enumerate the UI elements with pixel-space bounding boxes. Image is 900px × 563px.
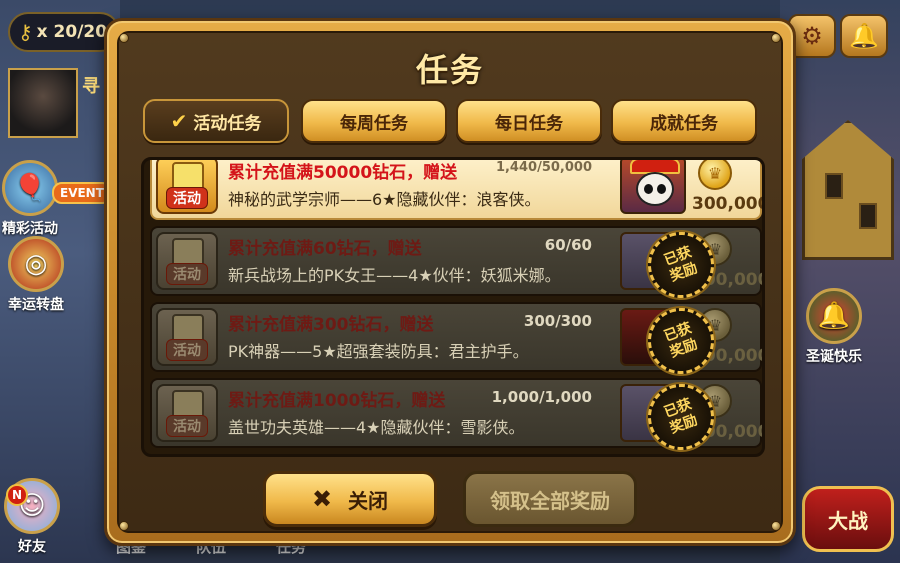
quest-title: 累计充值满1000钻石，赠送	[228, 391, 446, 411]
close-icon: ✖	[311, 485, 333, 513]
quest-row[interactable]: 活动 累计充值满60钻石，赠送 60/60 新兵战场上的PK女王——4★伙伴：妖…	[150, 222, 762, 308]
wheel-label: 幸运转盘	[8, 297, 64, 313]
friends-badge: N	[6, 484, 28, 506]
tab-label: 每日任务	[495, 113, 563, 134]
battle-label: 大战	[828, 508, 868, 533]
reward-amount: 300,000	[692, 194, 765, 214]
quest-title: 累计充值满300钻石，赠送	[228, 315, 434, 335]
rivet	[119, 521, 129, 531]
quest-row[interactable]: 活动 累计充值满300钻石，赠送 300/300 PK神器——5★超强套装防具：…	[150, 298, 762, 384]
event-button[interactable]: 🎈 精彩活动	[2, 160, 58, 238]
tab-achievement-quests[interactable]: 成就任务	[611, 99, 757, 143]
quest-description: 神秘的武学宗师——6★隐藏伙伴：浪客侠。	[228, 190, 541, 209]
background-right	[780, 0, 900, 563]
notification-button[interactable]: 🔔	[840, 14, 888, 58]
tab-label: 活动任务	[193, 113, 262, 134]
player-avatar[interactable]	[8, 68, 78, 138]
quest-gift-icon: 活动	[156, 384, 218, 442]
claim-all-button[interactable]: 领取全部奖励	[463, 471, 637, 527]
quest-progress: 1,000/1,000	[491, 388, 592, 406]
lucky-wheel-button[interactable]: ◎ 幸运转盘	[8, 236, 64, 314]
quest-type-tag: 活动	[166, 339, 208, 361]
bell-icon: 🔔	[849, 22, 879, 50]
quest-progress: 1,440/50,000	[495, 160, 592, 175]
quest-list[interactable]: 活动 累计充值满50000钻石，赠送 1,440/50,000 神秘的武学宗师—…	[141, 157, 765, 457]
quest-type-tag: 活动	[166, 187, 208, 209]
quest-description: PK神器——5★超强套装防具：君主护手。	[228, 342, 529, 361]
tab-label: 成就任务	[650, 113, 718, 134]
quest-progress: 60/60	[544, 236, 592, 254]
quest-description: 新兵战场上的PK女王——4★伙伴：妖狐米娜。	[228, 266, 561, 285]
quest-title: 累计充值满60钻石，赠送	[228, 239, 422, 259]
event-tag: EVENT	[52, 182, 112, 204]
christmas-label: 圣诞快乐	[806, 349, 862, 365]
house-window	[825, 173, 843, 199]
close-button[interactable]: ✖ 关闭	[263, 471, 437, 527]
tab-weekly-quests[interactable]: 每周任务	[301, 99, 447, 143]
gear-icon: ⚙	[801, 22, 823, 50]
quest-row[interactable]: 活动 累计充值满1000钻石，赠送 1,000/1,000 盖世功夫英雄——4★…	[150, 374, 762, 454]
claim-all-label: 领取全部奖励	[490, 488, 610, 513]
quest-type-tag: 活动	[166, 263, 208, 285]
panda-eye	[644, 184, 653, 194]
quest-dialog: 任务 ✔ 活动任务 每周任务 每日任务 成就任务 活动 累计充值满50000钻石…	[104, 18, 796, 546]
quest-progress: 300/300	[523, 312, 592, 330]
player-name: 寻	[82, 76, 100, 97]
check-icon: ✔	[170, 109, 188, 133]
reward-character-portrait	[620, 160, 686, 214]
gold-coin-icon: ♛	[698, 160, 732, 190]
rivet	[119, 33, 129, 43]
christmas-button[interactable]: 🔔 圣诞快乐	[806, 288, 862, 366]
quest-row[interactable]: 活动 累计充值满50000钻石，赠送 1,440/50,000 神秘的武学宗师—…	[150, 160, 765, 220]
claimed-stamp-text: 已获 奖励	[662, 396, 700, 437]
key-icon: ⚷	[18, 20, 33, 44]
christmas-bell-icon: 🔔	[806, 288, 862, 344]
balloon-icon: 🎈	[2, 160, 58, 216]
close-label: 关闭	[348, 488, 389, 513]
wheel-icon: ◎	[8, 236, 64, 292]
quest-gift-icon: 活动	[156, 160, 218, 214]
tab-daily-quests[interactable]: 每日任务	[456, 99, 602, 143]
event-label: 精彩活动	[2, 221, 58, 237]
dialog-title: 任务	[415, 51, 484, 89]
battle-button[interactable]: 大战	[802, 486, 894, 552]
quest-gift-icon: 活动	[156, 308, 218, 366]
key-count: x 20/20	[36, 22, 108, 42]
rivet	[771, 33, 781, 43]
quest-title: 累计充值满50000钻石，赠送	[228, 163, 458, 183]
tab-event-quests[interactable]: ✔ 活动任务	[143, 99, 289, 143]
quest-gift-icon: 活动	[156, 232, 218, 290]
claimed-stamp-text: 已获 奖励	[662, 244, 700, 285]
quest-type-tag: 活动	[166, 415, 208, 437]
claimed-stamp-text: 已获 奖励	[662, 320, 700, 361]
panda-icon	[636, 172, 674, 206]
house-window	[859, 203, 877, 229]
rivet	[771, 521, 781, 531]
quest-description: 盖世功夫英雄——4★隐藏伙伴：雪影侠。	[228, 418, 525, 437]
tab-label: 每周任务	[340, 113, 408, 134]
friends-label: 好友	[18, 539, 46, 555]
panda-eye	[657, 184, 666, 194]
